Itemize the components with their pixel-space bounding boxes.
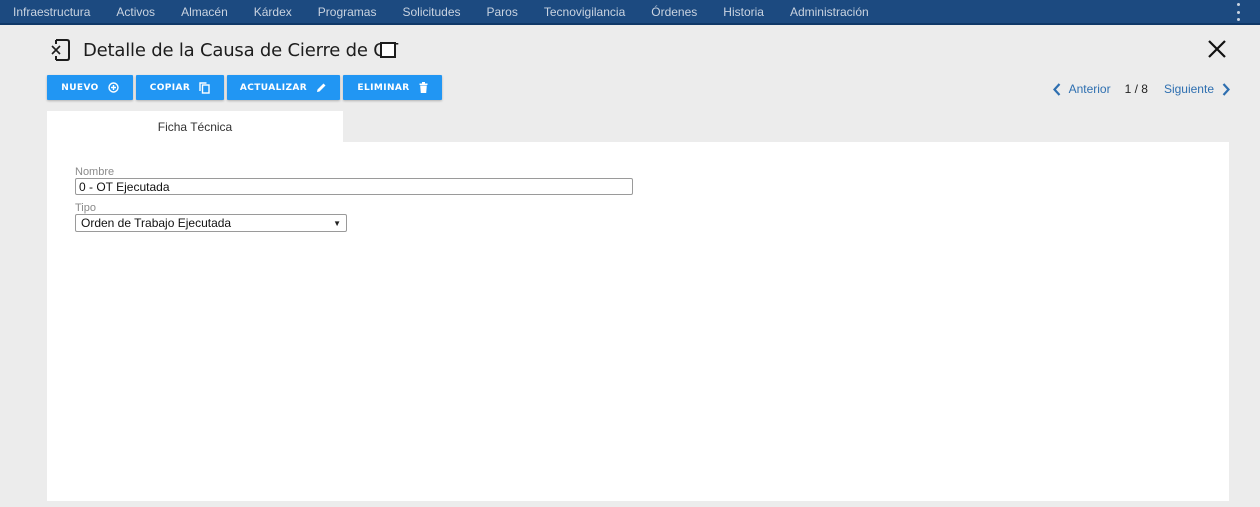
- tipo-selected-value: Orden de Trabajo Ejecutada: [81, 216, 232, 230]
- actualizar-button[interactable]: ACTUALIZAR: [227, 75, 340, 100]
- nav-item-almacen[interactable]: Almacén: [168, 0, 241, 25]
- siguiente-link[interactable]: Siguiente: [1164, 82, 1230, 96]
- nav-item-paros[interactable]: Paros: [474, 0, 531, 25]
- nav-item-tecnovigilancia[interactable]: Tecnovigilancia: [531, 0, 638, 25]
- copiar-button-label: COPIAR: [149, 82, 191, 93]
- record-position: 1 / 8: [1124, 82, 1148, 96]
- nombre-input[interactable]: [75, 178, 633, 195]
- nav-item-kardex[interactable]: Kárdex: [241, 0, 305, 25]
- copy-icon: [199, 81, 210, 94]
- nuevo-button-label: NUEVO: [61, 82, 99, 93]
- top-nav-bar: Infraestructura Activos Almacén Kárdex P…: [0, 0, 1260, 25]
- page-title: Detalle de la Causa de Cierre de OT: [83, 40, 399, 61]
- title-checkbox[interactable]: [380, 42, 396, 58]
- nav-item-administracion[interactable]: Administración: [777, 0, 882, 25]
- eliminar-button[interactable]: ELIMINAR: [343, 75, 442, 100]
- nav-item-activos[interactable]: Activos: [103, 0, 168, 25]
- chevron-left-icon: [1052, 82, 1060, 96]
- nav-item-solicitudes[interactable]: Solicitudes: [389, 0, 473, 25]
- nav-item-programas[interactable]: Programas: [305, 0, 390, 25]
- copiar-button[interactable]: COPIAR: [136, 75, 224, 100]
- tab-ficha-tecnica[interactable]: Ficha Técnica: [47, 111, 343, 143]
- tipo-label: Tipo: [75, 202, 96, 214]
- anterior-link[interactable]: Anterior: [1052, 82, 1111, 96]
- tipo-select[interactable]: Orden de Trabajo Ejecutada ▼: [75, 214, 347, 232]
- detail-panel: [47, 142, 1229, 501]
- trash-icon: [419, 82, 428, 93]
- nombre-label: Nombre: [75, 166, 115, 178]
- close-icon[interactable]: [1206, 38, 1228, 60]
- dropdown-arrow-icon: ▼: [333, 218, 341, 228]
- siguiente-label: Siguiente: [1163, 82, 1214, 96]
- nuevo-button[interactable]: NUEVO: [47, 75, 133, 100]
- document-close-icon: [51, 39, 70, 61]
- nav-item-ordenes[interactable]: Órdenes: [638, 0, 710, 25]
- actualizar-button-label: ACTUALIZAR: [239, 82, 308, 93]
- pencil-icon: [317, 83, 326, 92]
- kebab-vertical-icon[interactable]: [1234, 3, 1242, 21]
- chevron-right-icon: [1222, 82, 1230, 96]
- nav-item-infraestructura[interactable]: Infraestructura: [0, 0, 103, 25]
- anterior-label: Anterior: [1068, 82, 1111, 96]
- record-pager: Anterior 1 / 8 Siguiente: [1052, 81, 1230, 97]
- top-nav-items: Infraestructura Activos Almacén Kárdex P…: [0, 0, 882, 25]
- nav-item-historia[interactable]: Historia: [710, 0, 777, 25]
- add-circle-icon: [108, 82, 119, 93]
- eliminar-button-label: ELIMINAR: [357, 82, 410, 93]
